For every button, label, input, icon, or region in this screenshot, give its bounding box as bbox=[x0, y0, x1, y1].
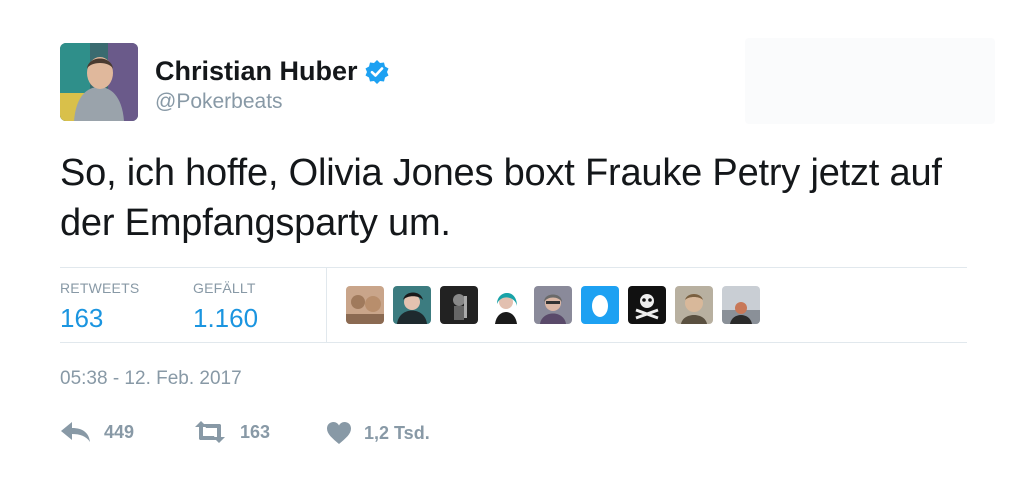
retweet-count: 163 bbox=[240, 421, 271, 442]
reply-icon bbox=[60, 421, 92, 443]
tweet-timestamp[interactable]: 05:38 - 12. Feb. 2017 bbox=[60, 368, 242, 390]
stats-separator bbox=[326, 268, 327, 342]
like-button[interactable]: 1,2 Tsd. bbox=[326, 421, 430, 445]
liker-avatar[interactable] bbox=[534, 286, 572, 324]
retweet-button[interactable]: 163 bbox=[192, 421, 270, 443]
likes-label: GEFÄLLT bbox=[193, 280, 256, 296]
liker-avatar[interactable] bbox=[722, 286, 760, 324]
blurred-follow-area bbox=[745, 38, 995, 124]
reply-count: 449 bbox=[104, 421, 135, 442]
liker-avatar[interactable] bbox=[346, 286, 384, 324]
liker-avatar[interactable] bbox=[393, 286, 431, 324]
like-count: 1,2 Tsd. bbox=[364, 422, 430, 443]
likes-count[interactable]: 1.160 bbox=[193, 303, 258, 334]
liker-avatar[interactable] bbox=[440, 286, 478, 324]
tweet-text: So, ich hoffe, Olivia Jones boxt Frauke … bbox=[60, 152, 942, 244]
reply-button[interactable]: 449 bbox=[60, 421, 134, 443]
retweet-icon bbox=[192, 421, 228, 443]
verified-badge-icon bbox=[364, 59, 390, 85]
liker-avatar[interactable] bbox=[675, 286, 713, 324]
retweets-count[interactable]: 163 bbox=[60, 303, 103, 334]
user-handle[interactable]: @Pokerbeats bbox=[155, 90, 283, 114]
liker-avatar[interactable] bbox=[628, 286, 666, 324]
display-name[interactable]: Christian Huber bbox=[155, 56, 358, 87]
liker-avatar[interactable] bbox=[487, 286, 525, 324]
divider-bottom bbox=[60, 342, 967, 343]
retweets-label: RETWEETS bbox=[60, 280, 140, 296]
heart-icon bbox=[326, 421, 352, 445]
liker-avatar[interactable] bbox=[581, 286, 619, 324]
liker-avatars bbox=[346, 286, 760, 324]
display-name-row[interactable]: Christian Huber bbox=[155, 56, 390, 87]
divider-top bbox=[60, 267, 967, 268]
avatar[interactable] bbox=[60, 43, 138, 121]
